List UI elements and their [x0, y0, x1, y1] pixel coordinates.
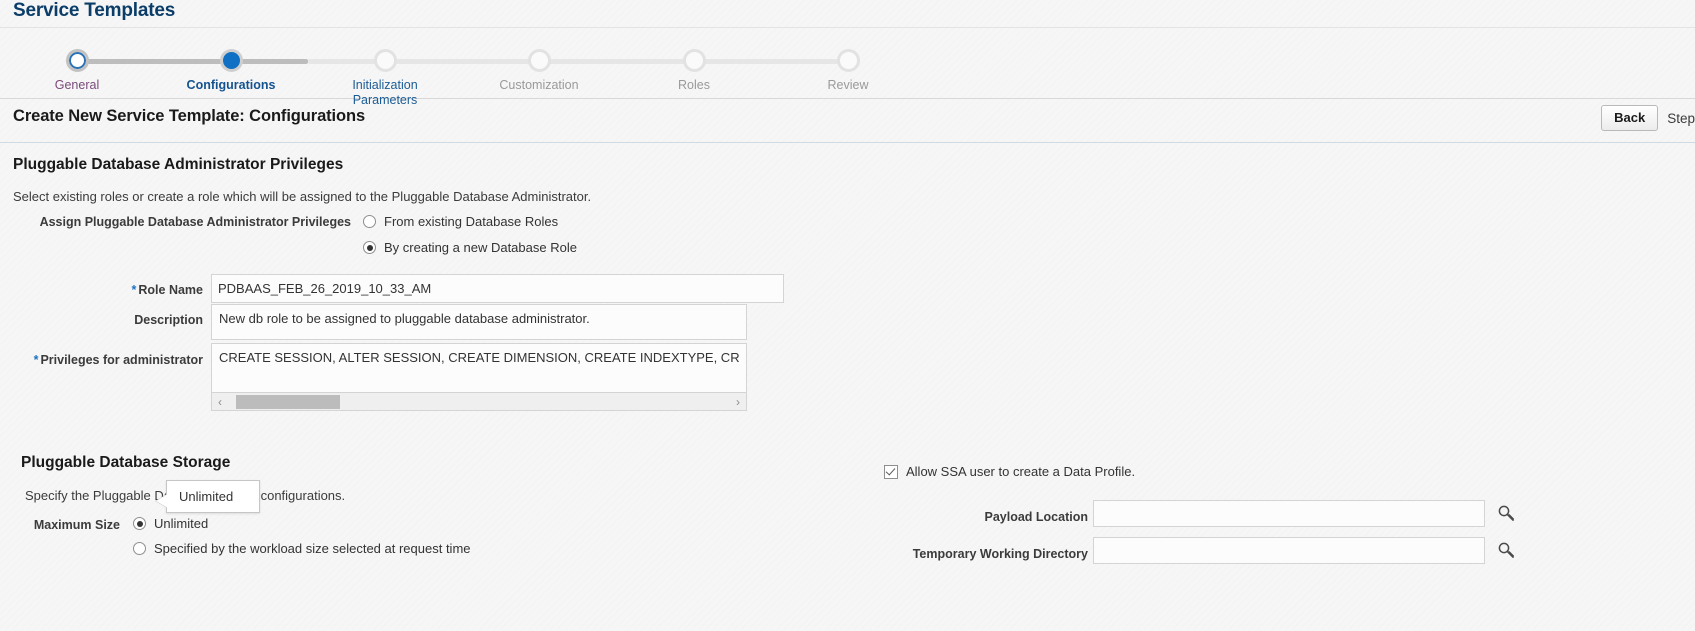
subheader-actions: Back Step — [1601, 105, 1695, 131]
privileges-required-marker: * — [33, 353, 39, 367]
storage-section: Pluggable Database Storage Specify the P… — [0, 450, 880, 630]
payload-location-input[interactable] — [1093, 500, 1485, 527]
radio-unlimited-label: Unlimited — [154, 516, 209, 531]
train-bullet-review[interactable] — [836, 49, 860, 72]
tooltip-pointer — [156, 494, 168, 508]
train-connector-5 — [694, 59, 848, 64]
allow-ssa-data-profile-checkbox[interactable] — [884, 464, 898, 479]
train-bullet-general[interactable] — [65, 49, 89, 72]
scroll-left-arrow-icon[interactable]: ‹ — [212, 394, 228, 410]
allow-ssa-data-profile-label: Allow SSA user to create a Data Profile. — [906, 464, 1136, 479]
storage-title: Pluggable Database Storage — [21, 454, 231, 471]
page-title: Service Templates — [13, 0, 176, 21]
temporary-working-directory-search-icon[interactable] — [1497, 541, 1515, 559]
description-textarea[interactable]: New db role to be assigned to pluggable … — [211, 304, 747, 340]
train-bullet-roles[interactable] — [682, 49, 706, 72]
subheader: Create New Service Template: Configurati… — [0, 99, 1695, 143]
train-label-customization: Customization — [499, 78, 579, 92]
wizard-train: General Configurations Initialization Pa… — [0, 27, 1695, 107]
train-label-review: Review — [827, 78, 869, 92]
radio-unlimited[interactable]: Unlimited — [133, 516, 208, 531]
train-connector-1 — [77, 59, 231, 64]
radio-create-new-role[interactable]: By creating a new Database Role — [363, 240, 577, 255]
train-bullet-customization[interactable] — [527, 49, 551, 72]
radio-from-existing-roles-label: From existing Database Roles — [384, 214, 559, 229]
role-name-input[interactable] — [211, 274, 784, 303]
role-name-label: Role Name — [138, 283, 203, 297]
unlimited-tooltip: Unlimited — [156, 480, 260, 513]
train-connector-2a — [231, 59, 308, 64]
train-connector-3 — [385, 59, 539, 64]
train-bullet-initialization-parameters[interactable] — [373, 49, 397, 72]
data-profile-section: Allow SSA user to create a Data Profile.… — [880, 450, 1695, 630]
payload-location-label: Payload Location — [984, 510, 1089, 524]
scroll-right-arrow-icon[interactable]: › — [730, 394, 746, 410]
admin-privileges-title: Pluggable Database Administrator Privile… — [13, 156, 344, 173]
radio-unlimited-input[interactable] — [133, 517, 146, 530]
back-button[interactable]: Back — [1601, 105, 1659, 131]
step-indicator-label: Step — [1667, 110, 1695, 126]
admin-privileges-section: Pluggable Database Administrator Privile… — [0, 143, 1695, 433]
train-label-roles: Roles — [678, 78, 710, 92]
description-label: Description — [134, 313, 203, 327]
radio-create-new-role-input[interactable] — [363, 241, 376, 254]
train-connector-4 — [539, 59, 694, 64]
scrollbar-thumb[interactable] — [236, 394, 340, 409]
train-step-initialization-parameters[interactable]: Initialization Parameters — [308, 28, 462, 108]
train-steps: General Configurations Initialization Pa… — [0, 28, 1695, 107]
train-bullet-configurations[interactable] — [219, 49, 243, 72]
assign-privileges-label: Assign Pluggable Database Administrator … — [39, 215, 351, 229]
radio-workload-size-input[interactable] — [133, 542, 146, 555]
service-templates-page: Service Templates General Configurations… — [0, 0, 1695, 564]
radio-from-existing-roles[interactable]: From existing Database Roles — [363, 214, 558, 229]
train-label-general: General — [54, 78, 100, 92]
payload-location-search-icon[interactable] — [1497, 504, 1515, 522]
role-name-required-marker: * — [131, 283, 137, 297]
radio-from-existing-roles-input[interactable] — [363, 215, 376, 228]
role-name-label-wrap: * Role Name — [0, 283, 203, 297]
train-label-configurations: Configurations — [186, 78, 276, 92]
maximum-size-label: Maximum Size — [33, 518, 120, 532]
radio-workload-size[interactable]: Specified by the workload size selected … — [133, 541, 471, 556]
privileges-label-wrap: * Privileges for administrator — [0, 353, 203, 367]
scrollbar-track[interactable] — [228, 393, 730, 410]
temporary-working-directory-input[interactable] — [1093, 537, 1485, 564]
radio-create-new-role-label: By creating a new Database Role — [384, 240, 577, 255]
radio-workload-size-label: Specified by the workload size selected … — [154, 541, 471, 556]
privileges-label: Privileges for administrator — [40, 353, 203, 367]
admin-privileges-description: Select existing roles or create a role w… — [13, 189, 592, 204]
unlimited-tooltip-text: Unlimited — [179, 489, 234, 504]
allow-ssa-data-profile-checkbox-row[interactable]: Allow SSA user to create a Data Profile. — [884, 464, 1135, 479]
privileges-horizontal-scrollbar[interactable]: ‹ › — [211, 393, 747, 411]
privileges-textarea[interactable]: CREATE SESSION, ALTER SESSION, CREATE DI… — [211, 343, 747, 393]
page-heading: Create New Service Template: Configurati… — [13, 107, 366, 125]
temporary-working-directory-label: Temporary Working Directory — [912, 547, 1088, 561]
